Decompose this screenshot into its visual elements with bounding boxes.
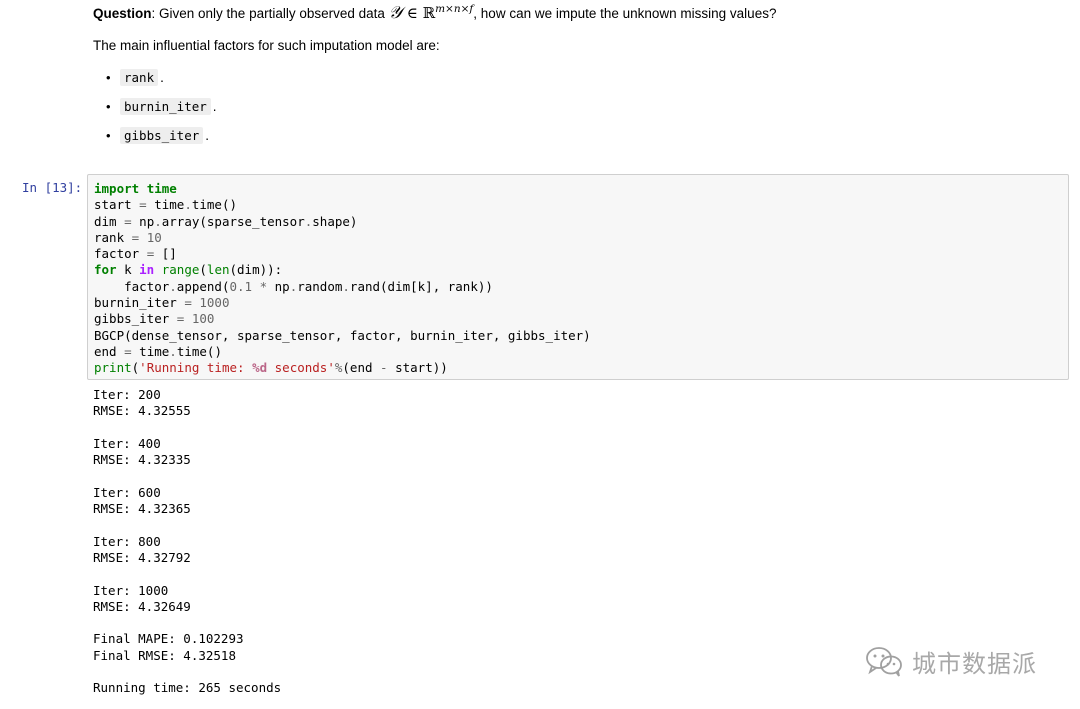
code-line: start = time.time() [94, 197, 238, 213]
math-symbol: 𝒴 [388, 3, 402, 23]
intro-paragraph: The main influential factors for such im… [93, 38, 440, 53]
bullet-icon: • [106, 70, 111, 85]
output-line: Iter: 400 [93, 435, 161, 451]
list-punct: . [212, 99, 217, 114]
math-in: ∈ [401, 4, 423, 22]
list-item: • gibbs_iter. [93, 126, 217, 155]
code-line: factor = [] [94, 246, 177, 262]
code-line: burnin_iter = 1000 [94, 295, 230, 311]
keyword: in [139, 262, 155, 278]
output-line: RMSE: 4.32335 [93, 452, 191, 468]
operator: = [184, 295, 192, 311]
output-line: Final RMSE: 4.32518 [93, 647, 236, 663]
list-punct: . [160, 70, 164, 85]
operator: = [124, 343, 132, 359]
question-text-after: , how can we impute the unknown missing … [473, 6, 777, 21]
code-line: import time [94, 181, 591, 197]
output-line: RMSE: 4.32555 [93, 403, 191, 419]
operator: . [169, 343, 177, 359]
operator: . [169, 278, 177, 294]
operator: * [259, 278, 268, 294]
keyword: import [94, 181, 140, 196]
output-line: RMSE: 4.32792 [93, 549, 191, 565]
operator: = [124, 213, 132, 229]
string-literal: 'Running time: %d seconds' [139, 360, 335, 376]
operator: . [289, 278, 298, 294]
operator: % [334, 360, 343, 376]
output-line: Iter: 600 [93, 484, 161, 500]
code-line: for k in range(len(dim)): [94, 262, 283, 278]
code-line: factor.append(0.1 * np.random.rand(dim[k… [94, 278, 493, 294]
output-line: RMSE: 4.32649 [93, 598, 191, 614]
builtin: range [161, 262, 200, 278]
number-literal: 10 [146, 229, 162, 245]
inline-code: gibbs_iter [120, 127, 204, 144]
format-spec: %d [252, 360, 268, 376]
operator: = [139, 197, 147, 213]
question-text-before: : Given only the partially observed data [151, 6, 389, 21]
output-line: Iter: 200 [93, 387, 161, 402]
code-line: dim = np.array(sparse_tensor.shape) [94, 213, 358, 229]
code-editor[interactable]: import time start = time.time() dim = np.a… [94, 181, 591, 377]
output-line: RMSE: 4.32365 [93, 501, 191, 517]
math-superscript: m×n×f [435, 3, 474, 15]
cell-output: Iter: 200 RMSE: 4.32555 Iter: 400 RMSE: 4.3… [93, 387, 281, 697]
operator: . [342, 278, 350, 294]
keyword: for [94, 262, 117, 278]
operator: . [304, 213, 313, 229]
module-name: time [146, 181, 177, 196]
question-paragraph: Question: Given only the partially obser… [93, 4, 776, 23]
code-line: end = time.time() [94, 343, 222, 359]
inline-code: burnin_iter [120, 98, 211, 115]
watermark: 城市数据派 [864, 644, 1037, 679]
factor-list: • rank. • burnin_iter. • gibbs_iter. [93, 68, 217, 155]
operator: . [184, 197, 192, 213]
list-punct: . [205, 128, 210, 143]
number-literal: 100 [191, 311, 215, 327]
question-label: Question [93, 6, 152, 21]
operator: - [380, 360, 388, 376]
output-line: Iter: 1000 [93, 582, 169, 598]
number-literal: 0.1 [229, 278, 253, 294]
operator: = [131, 229, 140, 245]
bullet-icon: • [106, 99, 111, 114]
code-cell-input[interactable]: import time start = time.time() dim = np.a… [87, 174, 1069, 380]
number-literal: 1000 [199, 295, 230, 311]
input-prompt: In [13]: [22, 180, 83, 195]
code-line: BGCP(dense_tensor, sparse_tensor, factor… [94, 327, 591, 343]
builtin: len [206, 262, 230, 278]
operator: . [154, 213, 162, 229]
wechat-icon [866, 646, 902, 677]
inline-code: rank [120, 69, 159, 86]
list-item: • rank. [93, 68, 217, 97]
math-expression: 𝒴 ∈ ℝm×n×f [389, 4, 474, 22]
operator: = [176, 311, 185, 327]
watermark-text: 城市数据派 [912, 650, 1037, 678]
list-item: • burnin_iter. [93, 97, 217, 126]
code-line: print('Running time: %d seconds'%(end - … [94, 360, 448, 376]
output-line: Final MAPE: 0.102293 [93, 631, 244, 647]
output-line: Iter: 800 [93, 533, 161, 549]
builtin: print [94, 360, 132, 376]
bullet-icon: • [106, 128, 111, 143]
operator: = [146, 246, 155, 262]
output-line: Running time: 265 seconds [93, 680, 282, 696]
code-line: rank = 10 [94, 229, 162, 245]
math-set: ℝ [422, 4, 436, 22]
code-line: gibbs_iter = 100 [94, 311, 215, 327]
